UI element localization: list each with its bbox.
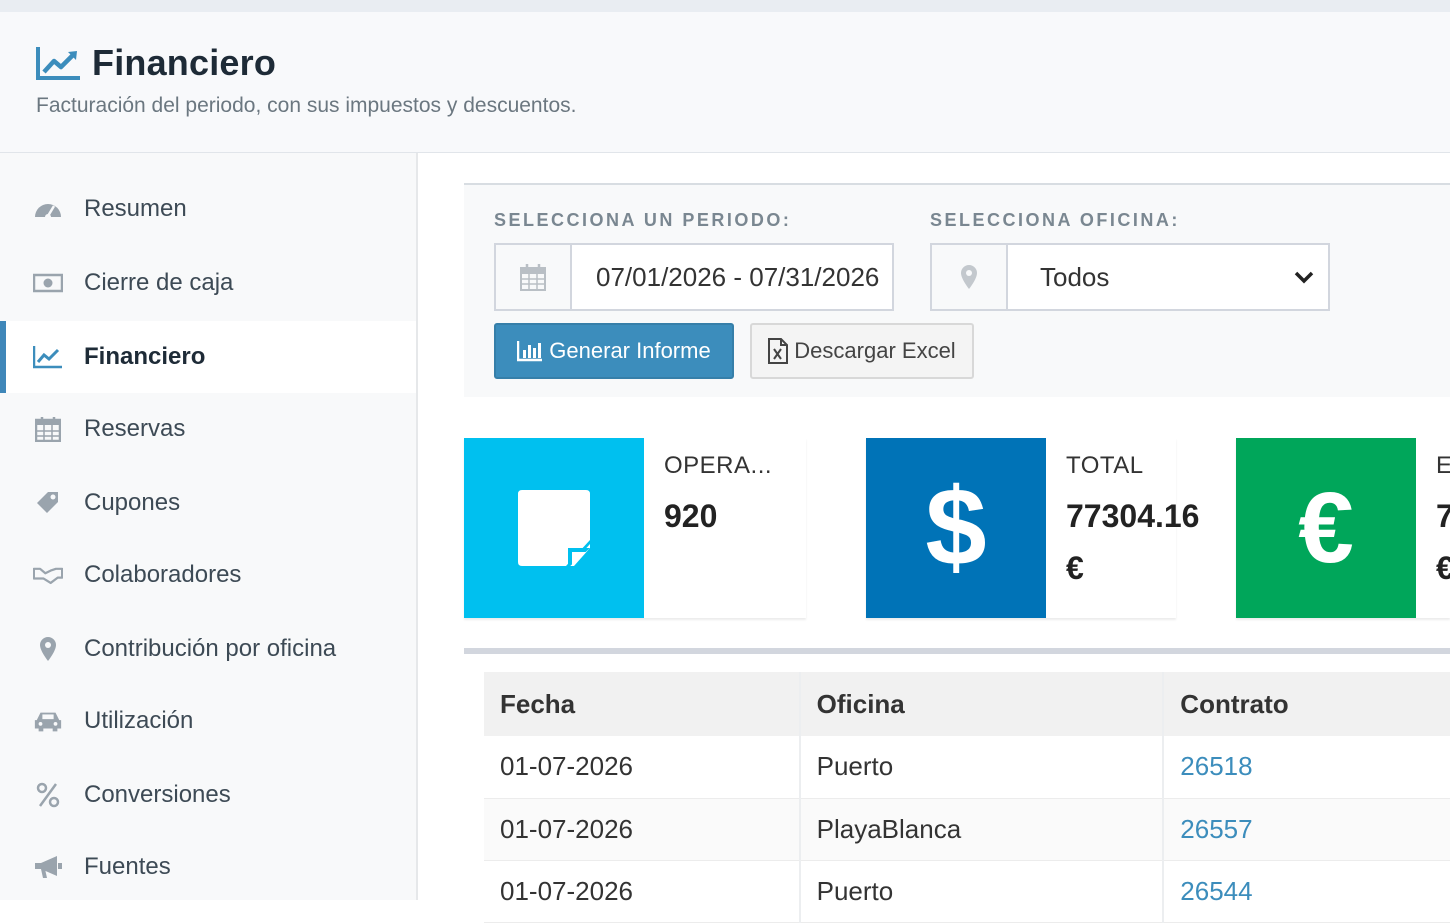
- info-box-third: € E 7 €: [1236, 438, 1450, 618]
- sidebar-item-fuentes[interactable]: Fuentes: [0, 831, 416, 903]
- bar-chart-icon: [517, 340, 543, 362]
- page-subtitle: Facturación del periodo, con sus impuest…: [36, 94, 577, 117]
- sidebar-item-label: Cupones: [84, 489, 181, 516]
- contract-link[interactable]: 26544: [1180, 876, 1252, 906]
- dashboard-icon: [33, 194, 63, 224]
- line-chart-icon: [36, 47, 80, 80]
- percent-icon: [33, 780, 63, 810]
- sidebar-item-label: Colaboradores: [84, 561, 242, 588]
- download-excel-label: Descargar Excel: [794, 338, 956, 363]
- sidebar-item-label: Resumen: [84, 195, 187, 222]
- column-header-fecha[interactable]: Fecha: [484, 672, 801, 736]
- info-box-label: OPERA...: [664, 452, 773, 479]
- column-header-oficina[interactable]: Oficina: [799, 672, 1165, 736]
- report-table: Fecha Oficina Contrato 01-07-2026 Puerto…: [484, 672, 1450, 923]
- sidebar-item-conversiones[interactable]: Conversiones: [0, 759, 416, 831]
- euro-icon: €: [1236, 438, 1416, 618]
- info-box-amount: 77304.16: [1066, 498, 1200, 534]
- file-excel-icon: [768, 338, 789, 364]
- sidebar-item-label: Contribución por oficina: [84, 635, 337, 662]
- sidebar-item-label: Conversiones: [84, 781, 231, 808]
- cell-fecha: 01-07-2026: [484, 860, 801, 923]
- car-icon: [33, 706, 63, 736]
- sidebar-item-colaboradores[interactable]: Colaboradores: [0, 539, 416, 611]
- info-box-value: 7 €: [1436, 490, 1450, 594]
- cell-oficina: Puerto: [799, 736, 1165, 799]
- table-header-row: Fecha Oficina Contrato: [484, 672, 1450, 736]
- info-box-total: $ TOTAL 77304.16 €: [866, 438, 1199, 618]
- generate-report-label: Generar Informe: [549, 338, 711, 363]
- table-row: 01-07-2026 Puerto 26518: [484, 736, 1450, 799]
- filter-panel: SELECCIONA UN PERIODO: 07/01/2026 - 07/3…: [464, 183, 1450, 397]
- column-header-contrato[interactable]: Contrato: [1163, 672, 1450, 736]
- tag-icon: [33, 488, 63, 518]
- date-range-input[interactable]: 07/01/2026 - 07/31/2026: [572, 245, 892, 309]
- line-chart-icon: [33, 342, 63, 372]
- sidebar-item-cierre-de-caja[interactable]: Cierre de caja: [0, 247, 416, 319]
- sticky-note-icon: [464, 438, 644, 618]
- chevron-down-icon: [1294, 271, 1314, 284]
- sidebar: Resumen Cierre de caja Financiero Reserv…: [0, 153, 418, 900]
- cell-fecha: 01-07-2026: [484, 798, 801, 861]
- cell-contrato: 26557: [1163, 798, 1450, 861]
- page-title-row: Financiero: [36, 42, 276, 84]
- money-icon: [33, 268, 63, 298]
- sidebar-item-label: Reservas: [84, 415, 186, 442]
- info-box-value: 77304.16 €: [1066, 490, 1199, 594]
- map-marker-icon: [33, 634, 63, 664]
- cell-contrato: 26518: [1163, 736, 1450, 799]
- table-row: 01-07-2026 PlayaBlanca 26557: [484, 798, 1450, 861]
- bullhorn-icon: [33, 852, 63, 882]
- calendar-icon: [33, 414, 63, 444]
- sidebar-item-label: Cierre de caja: [84, 269, 234, 296]
- top-strip: [0, 0, 1450, 12]
- sidebar-item-resumen[interactable]: Resumen: [0, 173, 416, 245]
- handshake-icon: [33, 560, 63, 590]
- contract-link[interactable]: 26518: [1180, 751, 1252, 781]
- info-box-unit: €: [1066, 550, 1084, 586]
- dollar-icon: $: [866, 438, 1046, 618]
- cell-oficina: Puerto: [799, 860, 1165, 923]
- contract-link[interactable]: 26557: [1180, 814, 1252, 844]
- date-range-field[interactable]: 07/01/2026 - 07/31/2026: [494, 243, 894, 311]
- sidebar-item-contribucion-por-oficina[interactable]: Contribución por oficina: [0, 613, 416, 685]
- page-title: Financiero: [92, 42, 277, 83]
- sidebar-item-utilizacion[interactable]: Utilización: [0, 685, 416, 757]
- main-content: SELECCIONA UN PERIODO: 07/01/2026 - 07/3…: [420, 153, 1450, 923]
- office-select-value: Todos: [1040, 261, 1110, 292]
- cell-oficina: PlayaBlanca: [799, 798, 1165, 861]
- info-box-label: TOTAL: [1066, 452, 1144, 479]
- info-box-amount: 7: [1436, 498, 1450, 534]
- download-excel-button[interactable]: Descargar Excel: [750, 323, 974, 379]
- map-marker-icon: [932, 245, 1008, 309]
- office-label: SELECCIONA OFICINA:: [930, 210, 1180, 230]
- office-select[interactable]: Todos: [1008, 245, 1328, 309]
- calendar-icon: [496, 245, 572, 309]
- generate-report-button[interactable]: Generar Informe: [494, 323, 734, 379]
- sidebar-item-financiero[interactable]: Financiero: [0, 321, 416, 393]
- table-row: 01-07-2026 Puerto 26544: [484, 860, 1450, 923]
- info-box-unit: €: [1436, 550, 1450, 586]
- info-box-content: E 7 €: [1436, 452, 1450, 594]
- info-box-value: 920: [664, 498, 718, 534]
- page-header: Financiero Facturación del periodo, con …: [0, 12, 1450, 153]
- period-label: SELECCIONA UN PERIODO:: [494, 210, 792, 230]
- office-select-field[interactable]: Todos: [930, 243, 1330, 311]
- info-box-label: E: [1436, 452, 1450, 479]
- report-table-box: Fecha Oficina Contrato 01-07-2026 Puerto…: [464, 648, 1450, 923]
- sidebar-item-reservas[interactable]: Reservas: [0, 393, 416, 465]
- sidebar-item-label: Financiero: [84, 343, 206, 370]
- sidebar-item-label: Utilización: [84, 707, 194, 734]
- cell-contrato: 26544: [1163, 860, 1450, 923]
- info-box-operaciones: OPERA... 920: [464, 438, 806, 618]
- info-box-content: OPERA... 920: [664, 452, 772, 542]
- sidebar-item-label: Fuentes: [84, 853, 171, 880]
- sidebar-item-cupones[interactable]: Cupones: [0, 467, 416, 539]
- cell-fecha: 01-07-2026: [484, 736, 801, 799]
- info-box-content: TOTAL 77304.16 €: [1066, 452, 1199, 594]
